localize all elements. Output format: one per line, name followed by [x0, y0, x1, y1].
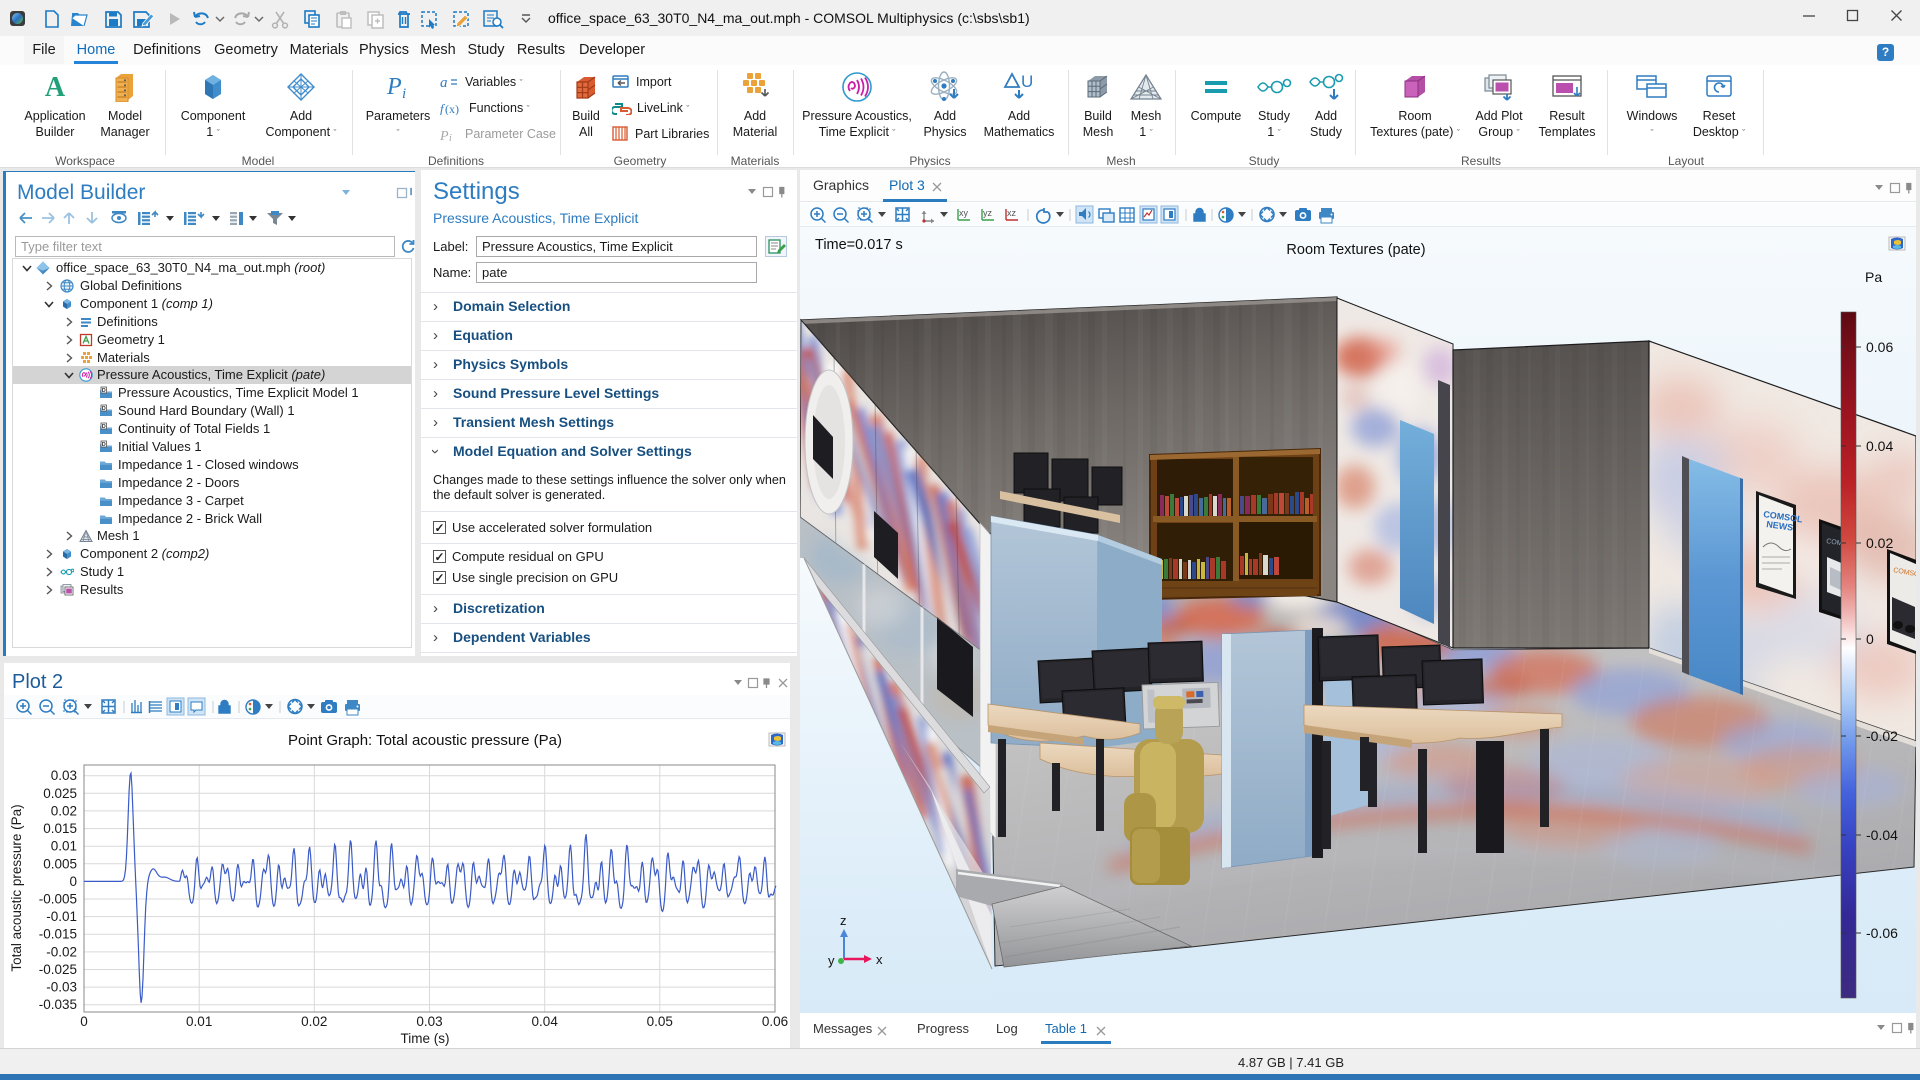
svg-text:-0.03: -0.03 [46, 980, 77, 995]
svg-text:0.03: 0.03 [51, 768, 77, 783]
svg-text:0.04: 0.04 [1866, 438, 1893, 454]
svg-text:y: y [828, 953, 835, 968]
svg-text:0.02: 0.02 [51, 803, 77, 818]
svg-text:0.01: 0.01 [186, 1014, 212, 1029]
svg-text:Point Graph: Total acoustic pr: Point Graph: Total acoustic pressure (Pa… [288, 732, 562, 749]
svg-text:-0.005: -0.005 [39, 892, 77, 907]
svg-text:0.015: 0.015 [43, 821, 77, 836]
svg-text:yz: yz [983, 208, 993, 218]
svg-text:0.03: 0.03 [416, 1014, 442, 1029]
svg-text:U: U [1021, 72, 1033, 91]
svg-text:(x): (x) [445, 102, 459, 115]
svg-text:xz: xz [1007, 208, 1017, 218]
svg-text:P: P [386, 74, 402, 100]
svg-text:Time (s): Time (s) [401, 1031, 450, 1046]
svg-text:xy: xy [959, 208, 969, 218]
svg-text:-0.01: -0.01 [46, 909, 77, 924]
svg-text:-0.02: -0.02 [1866, 728, 1898, 744]
svg-text:-0.04: -0.04 [1866, 827, 1898, 843]
svg-text:0.02: 0.02 [301, 1014, 327, 1029]
svg-text:z: z [840, 913, 847, 928]
svg-text:0.06: 0.06 [1866, 339, 1893, 355]
svg-text:-0.015: -0.015 [39, 927, 77, 942]
svg-text:-0.035: -0.035 [39, 997, 77, 1012]
svg-text:P: P [440, 129, 449, 141]
svg-text:-0.06: -0.06 [1866, 925, 1898, 941]
svg-text:0.025: 0.025 [43, 786, 77, 801]
svg-text:0.04: 0.04 [532, 1014, 559, 1029]
svg-text:i: i [449, 133, 452, 141]
svg-text:-0.025: -0.025 [39, 962, 77, 977]
svg-text:Room Textures (pate): Room Textures (pate) [1286, 242, 1425, 258]
svg-text:Total acoustic pressure (Pa): Total acoustic pressure (Pa) [9, 804, 24, 971]
svg-text:0.005: 0.005 [43, 856, 77, 871]
svg-text:0.05: 0.05 [647, 1014, 673, 1029]
svg-text:A: A [45, 72, 66, 102]
svg-text:0.01: 0.01 [51, 839, 77, 854]
svg-text:i: i [402, 86, 406, 102]
svg-text:0.02: 0.02 [1866, 535, 1893, 551]
svg-text:Time=0.017 s: Time=0.017 s [815, 237, 903, 253]
svg-text:0: 0 [80, 1014, 88, 1029]
svg-text:0: 0 [1866, 631, 1874, 647]
svg-text:0: 0 [69, 874, 77, 889]
svg-text:a: a [440, 75, 448, 89]
svg-text:-0.02: -0.02 [46, 944, 77, 959]
svg-text:Pa: Pa [1865, 269, 1882, 285]
svg-text:x: x [876, 952, 883, 967]
svg-text:0.06: 0.06 [762, 1014, 788, 1029]
